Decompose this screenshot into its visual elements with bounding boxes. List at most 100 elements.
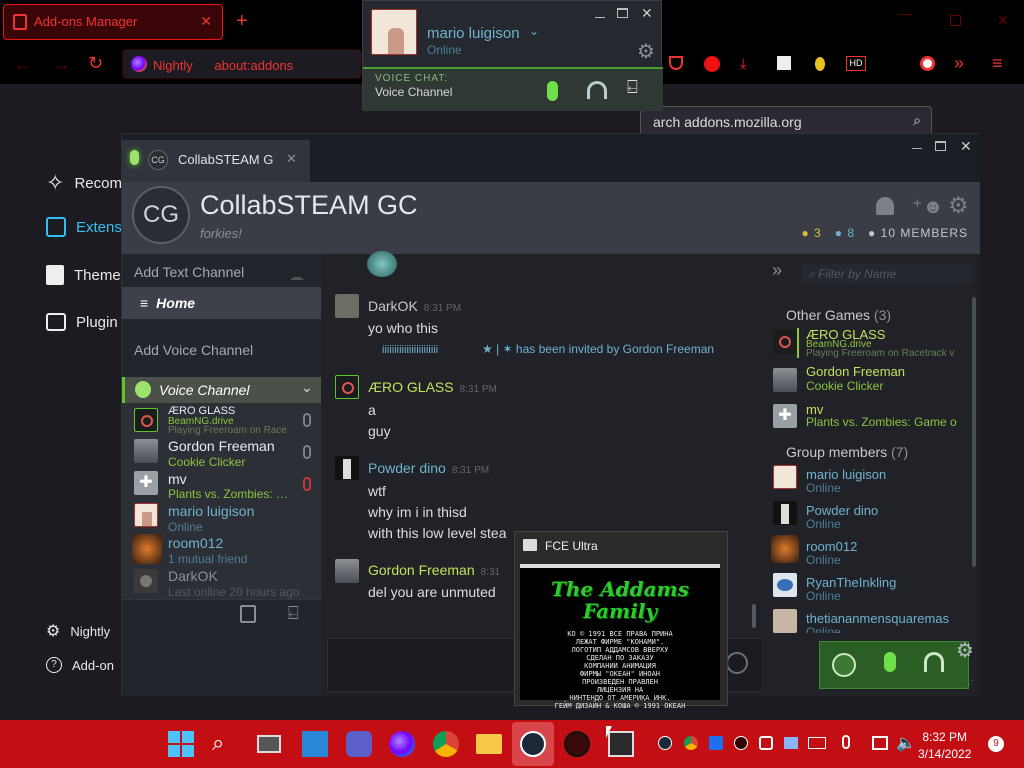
hd-icon[interactable]: HD (846, 56, 866, 71)
voice-member-name[interactable]: room012 (168, 535, 223, 551)
avatar[interactable] (371, 9, 417, 55)
teams-chat-icon[interactable] (346, 731, 372, 757)
member-name[interactable]: Powder dino (806, 503, 878, 518)
window-maximize-icon[interactable] (950, 15, 961, 26)
member-name[interactable]: room012 (806, 539, 857, 554)
shield-icon[interactable] (709, 736, 723, 750)
addons-support-link[interactable]: ? Add-on (46, 657, 114, 673)
keyboard-icon[interactable] (808, 737, 826, 749)
voice-channel-header[interactable]: Voice Channel ⌄ (122, 377, 321, 403)
new-tab-icon[interactable]: + (236, 10, 248, 33)
member-filter-input[interactable]: ⌕ Filter by Name (802, 264, 972, 284)
network-icon[interactable] (872, 736, 888, 750)
clipboard-icon[interactable] (240, 605, 256, 623)
file-explorer-icon[interactable] (476, 734, 502, 754)
camera-icon[interactable] (920, 56, 935, 71)
back-icon[interactable]: ← (14, 54, 32, 75)
group-members-header[interactable]: Group members (7) (786, 444, 908, 460)
voice-channel-name[interactable]: Voice Channel (375, 85, 452, 99)
menu-icon[interactable]: ≡ (992, 53, 1003, 74)
other-games-header[interactable]: Other Games (3) (786, 307, 891, 323)
add-voice-channel-button[interactable]: Add Voice Channel (134, 342, 253, 358)
browser-tab-addons[interactable]: Add-ons Manager ✕ (3, 4, 223, 40)
member-name[interactable]: RyanTheInkling (806, 575, 896, 590)
tab-close-icon[interactable]: ✕ (286, 151, 297, 167)
gear-icon[interactable]: ⚙ (956, 638, 974, 663)
emoji-icon[interactable] (726, 652, 748, 674)
member-name[interactable]: thetiananmensquaremas (806, 611, 961, 626)
close-icon[interactable]: ✕ (960, 138, 972, 155)
steam-icon[interactable] (520, 731, 546, 757)
invite-friend-icon[interactable]: ⁺☻ (912, 194, 944, 219)
extension-badge-icon[interactable] (815, 57, 825, 71)
chrome-tray-icon[interactable] (684, 736, 698, 750)
bell-icon[interactable] (876, 197, 894, 215)
tray-app-icon-3[interactable] (784, 737, 798, 749)
settings-icon[interactable]: ⚙ (948, 192, 969, 219)
app-icon[interactable] (564, 731, 590, 757)
search-icon[interactable]: ⌕ (212, 731, 238, 757)
chevron-down-icon[interactable]: ⌄ (529, 24, 539, 38)
tray-app-icon[interactable] (734, 736, 748, 750)
chrome-icon[interactable] (433, 731, 459, 757)
nightly-settings-link[interactable]: ⚙ Nightly (46, 621, 110, 641)
widgets-icon[interactable] (302, 731, 328, 757)
voice-member-name[interactable]: DarkOK (168, 568, 218, 584)
tab-close-icon[interactable]: ✕ (200, 13, 212, 30)
microphone-icon[interactable] (547, 81, 558, 101)
addons-search-input[interactable]: arch addons.mozilla.org ⌕ (640, 106, 932, 136)
voice-settings-icon[interactable] (832, 653, 856, 677)
nav-extensions[interactable]: Extens (46, 217, 122, 237)
chevron-down-icon[interactable]: ⌄ (301, 379, 313, 396)
download-icon[interactable]: ⤓ (740, 55, 746, 72)
clock[interactable]: 8:32 PM 3/14/2022 (918, 730, 971, 761)
resize-grip-icon[interactable]: ⋰ (964, 679, 974, 690)
headphones-icon[interactable] (924, 652, 944, 672)
user-name[interactable]: mario luigison (427, 25, 520, 42)
voice-member-name[interactable]: mario luigison (168, 503, 254, 519)
task-view-icon[interactable] (257, 735, 281, 753)
message-author[interactable]: Gordon Freeman 8:31 (368, 562, 500, 578)
headphones-icon[interactable] (587, 81, 607, 99)
member-name[interactable]: Gordon Freeman (806, 364, 905, 379)
ublock-icon[interactable] (704, 56, 720, 72)
settings-icon[interactable]: ⚙ (637, 39, 655, 64)
pocket-icon[interactable] (669, 56, 683, 70)
nav-plugins[interactable]: Plugin (46, 313, 118, 331)
member-name[interactable]: mario luigison (806, 467, 886, 482)
url-bar[interactable]: Nightly about:addons (122, 49, 362, 79)
minimize-icon[interactable] (595, 17, 605, 18)
volume-icon[interactable]: 🔈 (896, 733, 916, 753)
microphone-tray-icon[interactable] (842, 735, 850, 749)
notification-badge[interactable]: 9 (988, 736, 1004, 752)
add-text-channel-button[interactable]: Add Text Channel (134, 264, 244, 280)
leave-voice-icon[interactable]: ⍇ (627, 77, 638, 98)
tray-app-icon-2[interactable] (759, 736, 773, 750)
nav-themes[interactable]: Theme (46, 265, 121, 285)
voice-member-name[interactable]: Gordon Freeman (168, 438, 275, 454)
forward-icon[interactable]: → (52, 54, 70, 75)
window-close-icon[interactable]: ✕ (997, 12, 1009, 29)
close-icon[interactable]: ✕ (641, 5, 653, 22)
leave-voice-icon[interactable]: ⍇ (288, 603, 299, 624)
microphone-icon[interactable] (884, 652, 896, 672)
steam-tray-icon[interactable] (658, 736, 672, 750)
message-author[interactable]: Powder dino 8:31 PM (368, 460, 489, 476)
firefox-nightly-icon[interactable] (389, 731, 415, 757)
collapse-icon[interactable]: » (772, 260, 782, 281)
home-channel[interactable]: ≡ Home (122, 287, 321, 319)
message-author[interactable]: DarkOK 8:31 PM (368, 298, 461, 314)
start-icon[interactable] (168, 731, 194, 757)
chat-tab-collabsteam[interactable]: CG CollabSTEAM G ✕ (122, 140, 310, 182)
minimize-icon[interactable] (912, 148, 922, 149)
voice-member-name[interactable]: mv (168, 471, 187, 487)
maximize-icon[interactable] (617, 8, 628, 18)
maximize-icon[interactable] (935, 141, 946, 151)
overflow-icon[interactable]: » (954, 53, 964, 74)
message-scrollbar[interactable] (752, 604, 756, 628)
reload-icon[interactable]: ↻ (88, 53, 103, 74)
message-author[interactable]: ÆRO GLASS 8:31 PM (368, 379, 497, 395)
nav-recommendations[interactable]: ✧ Recom (46, 170, 122, 196)
window-minimize-icon[interactable] (900, 14, 912, 15)
note-icon[interactable] (777, 56, 791, 70)
